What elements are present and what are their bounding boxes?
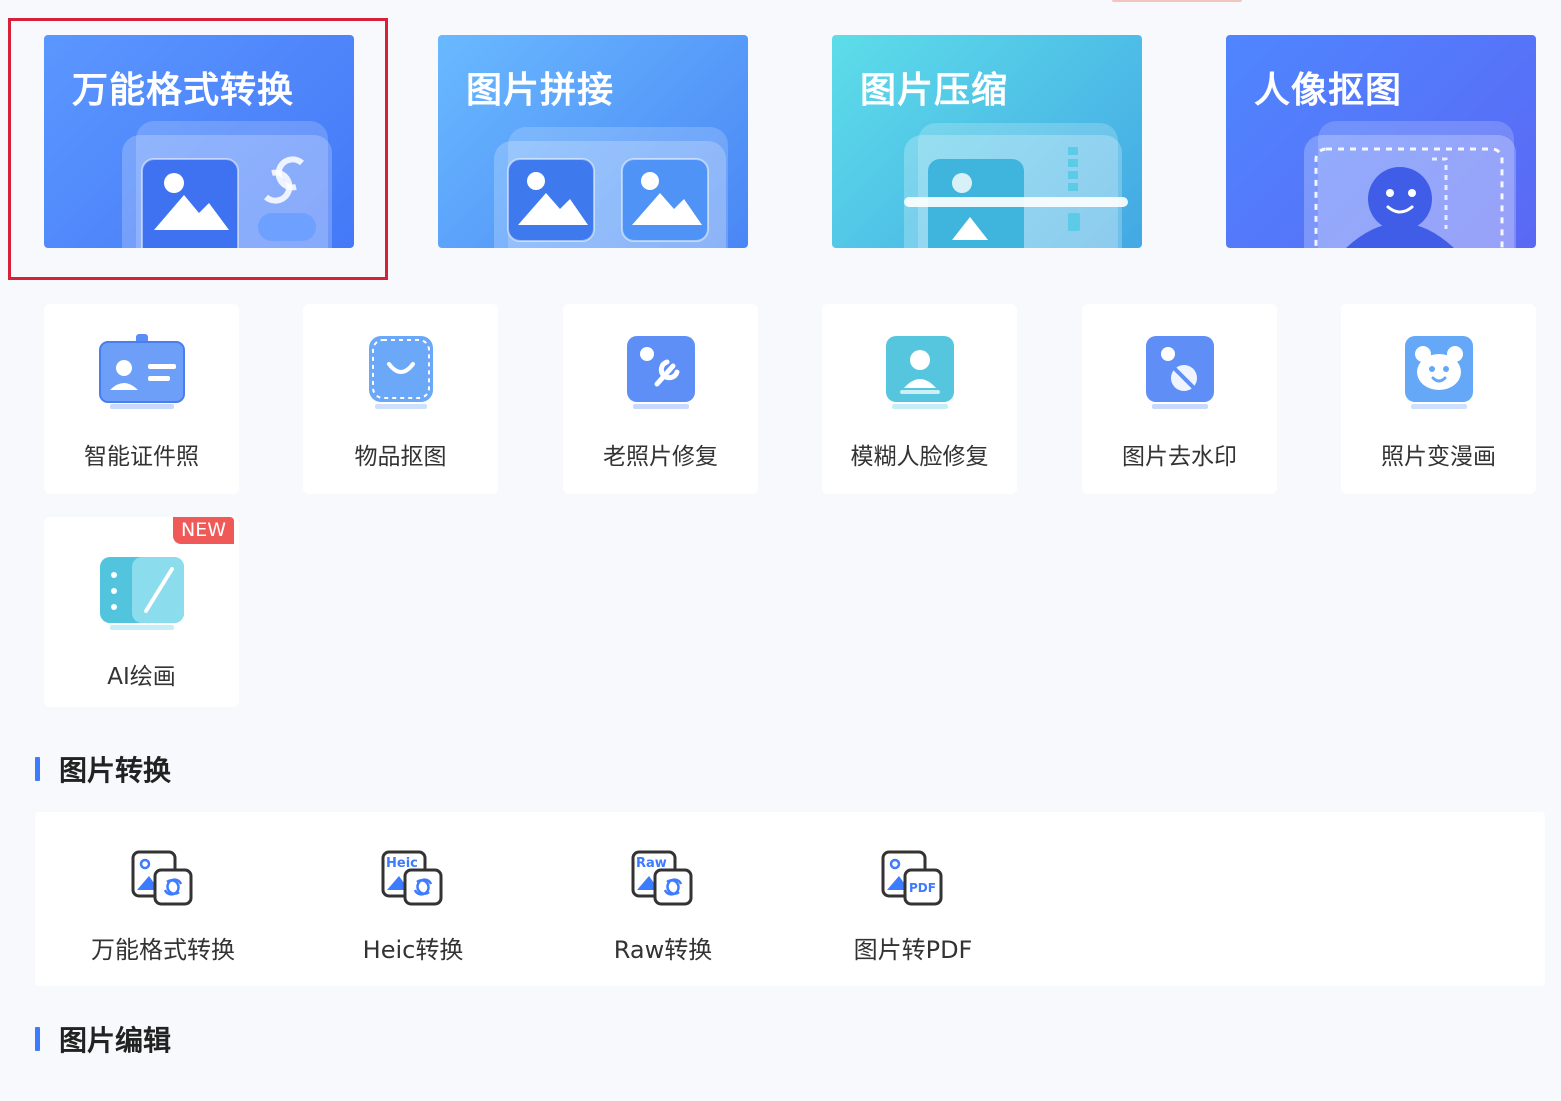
new-badge: NEW [172,517,234,544]
feature-card-portrait-cutout[interactable]: 人像抠图 [1226,35,1536,248]
tool-old-photo-repair[interactable]: 老照片修复 [563,304,758,494]
tool-label: 图片去水印 [1122,444,1237,470]
tool-label: 智能证件照 [84,444,199,470]
convert-item-label: Raw转换 [613,936,713,964]
feature-card-title: 万能格式转换 [72,70,295,111]
pdf-tag: PDF [909,881,936,895]
feature-card-title: 图片压缩 [860,70,1009,111]
convert-item-label: 图片转PDF [853,936,973,964]
convert-item-label: 万能格式转换 [91,936,235,964]
tool-label: AI绘画 [107,664,176,690]
object-cutout-icon [368,336,433,409]
feature-card-title: 图片拼接 [466,70,615,111]
tool-label: 照片变漫画 [1381,444,1496,470]
section-title-image-convert: 图片转换 [35,752,172,787]
convert-item-heic[interactable]: Heic Heic转换 [288,848,538,968]
universal-convert-icon [131,850,193,906]
tool-ai-painting[interactable]: NEW AI绘画 [44,517,239,707]
tool-watermark-remove[interactable]: 图片去水印 [1082,304,1277,494]
photo-to-cartoon-icon [1404,336,1473,409]
convert-item-universal[interactable]: 万能格式转换 [38,848,288,968]
section-accent-bar [35,1027,40,1051]
section-title-image-edit: 图片编辑 [35,1022,172,1057]
feature-card-title: 人像抠图 [1254,70,1403,111]
heic-convert-icon: Heic [381,850,443,906]
section-title-text: 图片转换 [59,754,172,787]
image-to-pdf-icon: PDF [881,850,943,906]
convert-item-label: Heic转换 [362,936,464,964]
tool-label: 模糊人脸修复 [850,444,989,470]
feature-card-format-convert[interactable]: 万能格式转换 [44,35,354,248]
tool-blurry-face-repair[interactable]: 模糊人脸修复 [822,304,1017,494]
convert-item-image-to-pdf[interactable]: PDF 图片转PDF [788,848,1038,968]
feature-card-image-stitch[interactable]: 图片拼接 [438,35,748,248]
watermark-remove-icon [1145,336,1214,409]
convert-item-raw[interactable]: Raw Raw转换 [538,848,788,968]
section-accent-bar [35,757,40,781]
feature-card-image-compress[interactable]: 图片压缩 [832,35,1142,248]
tool-photo-to-cartoon[interactable]: 照片变漫画 [1341,304,1536,494]
tool-id-photo[interactable]: 智能证件照 [44,304,239,494]
old-photo-repair-icon [626,336,695,409]
raw-convert-icon: Raw [631,850,693,906]
top-edge-highlight [1112,0,1242,2]
tool-label: 物品抠图 [354,444,447,470]
tool-label: 老照片修复 [603,444,718,470]
blurry-face-repair-icon [885,336,954,409]
section-title-text: 图片编辑 [59,1024,172,1057]
tool-object-cutout[interactable]: 物品抠图 [303,304,498,494]
image-convert-panel: 万能格式转换 Heic Heic转换 Raw Raw转换 PDF 图片转PDF [35,812,1545,986]
ai-painting-icon [99,557,184,630]
id-photo-icon [98,334,185,409]
